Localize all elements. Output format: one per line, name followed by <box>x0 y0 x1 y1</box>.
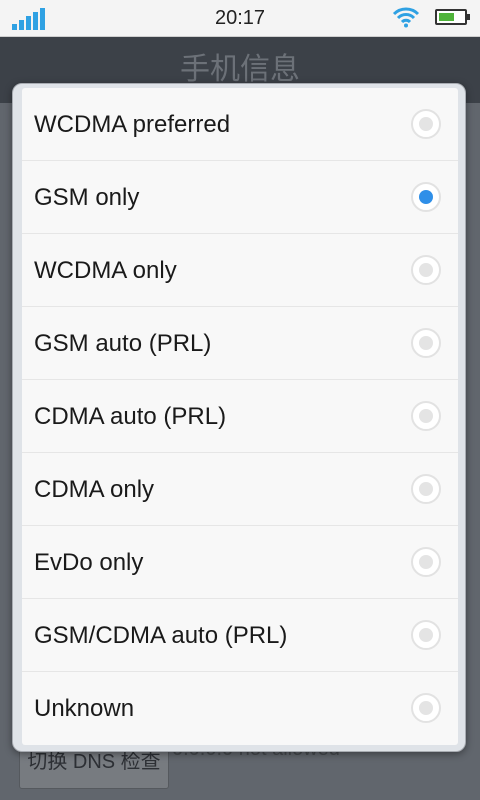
radio-button[interactable] <box>411 474 441 504</box>
option-label: CDMA auto (PRL) <box>34 403 227 430</box>
network-type-dialog: WCDMA preferred GSM only WCDMA only GSM … <box>12 83 466 752</box>
radio-button[interactable] <box>411 401 441 431</box>
network-type-list: WCDMA preferred GSM only WCDMA only GSM … <box>22 88 458 745</box>
radio-button[interactable] <box>411 547 441 577</box>
option-label: WCDMA preferred <box>34 111 231 138</box>
option-label: GSM auto (PRL) <box>34 330 212 357</box>
option-gsm-auto-prl[interactable]: GSM auto (PRL) <box>22 307 458 380</box>
option-wcdma-only[interactable]: WCDMA only <box>22 234 458 307</box>
option-cdma-auto-prl[interactable]: CDMA auto (PRL) <box>22 380 458 453</box>
option-cdma-only[interactable]: CDMA only <box>22 453 458 526</box>
status-bar: 20:17 <box>0 0 480 37</box>
option-label: Unknown <box>34 695 135 722</box>
battery-level <box>439 13 454 21</box>
radio-button[interactable] <box>411 620 441 650</box>
option-wcdma-preferred[interactable]: WCDMA preferred <box>22 88 458 161</box>
option-label: WCDMA only <box>34 257 177 284</box>
option-label: EvDo only <box>34 549 144 576</box>
wifi-icon <box>392 7 420 28</box>
radio-button[interactable] <box>411 693 441 723</box>
radio-button[interactable] <box>411 255 441 285</box>
radio-button[interactable] <box>411 109 441 139</box>
option-gsm-cdma-auto-prl[interactable]: GSM/CDMA auto (PRL) <box>22 599 458 672</box>
option-gsm-only[interactable]: GSM only <box>22 161 458 234</box>
battery-icon <box>435 9 470 25</box>
option-label: GSM/CDMA auto (PRL) <box>34 622 288 649</box>
option-evdo-only[interactable]: EvDo only <box>22 526 458 599</box>
radio-button[interactable] <box>411 182 441 212</box>
option-unknown[interactable]: Unknown <box>22 672 458 745</box>
option-label: GSM only <box>34 184 140 211</box>
radio-button[interactable] <box>411 328 441 358</box>
option-label: CDMA only <box>34 476 155 503</box>
